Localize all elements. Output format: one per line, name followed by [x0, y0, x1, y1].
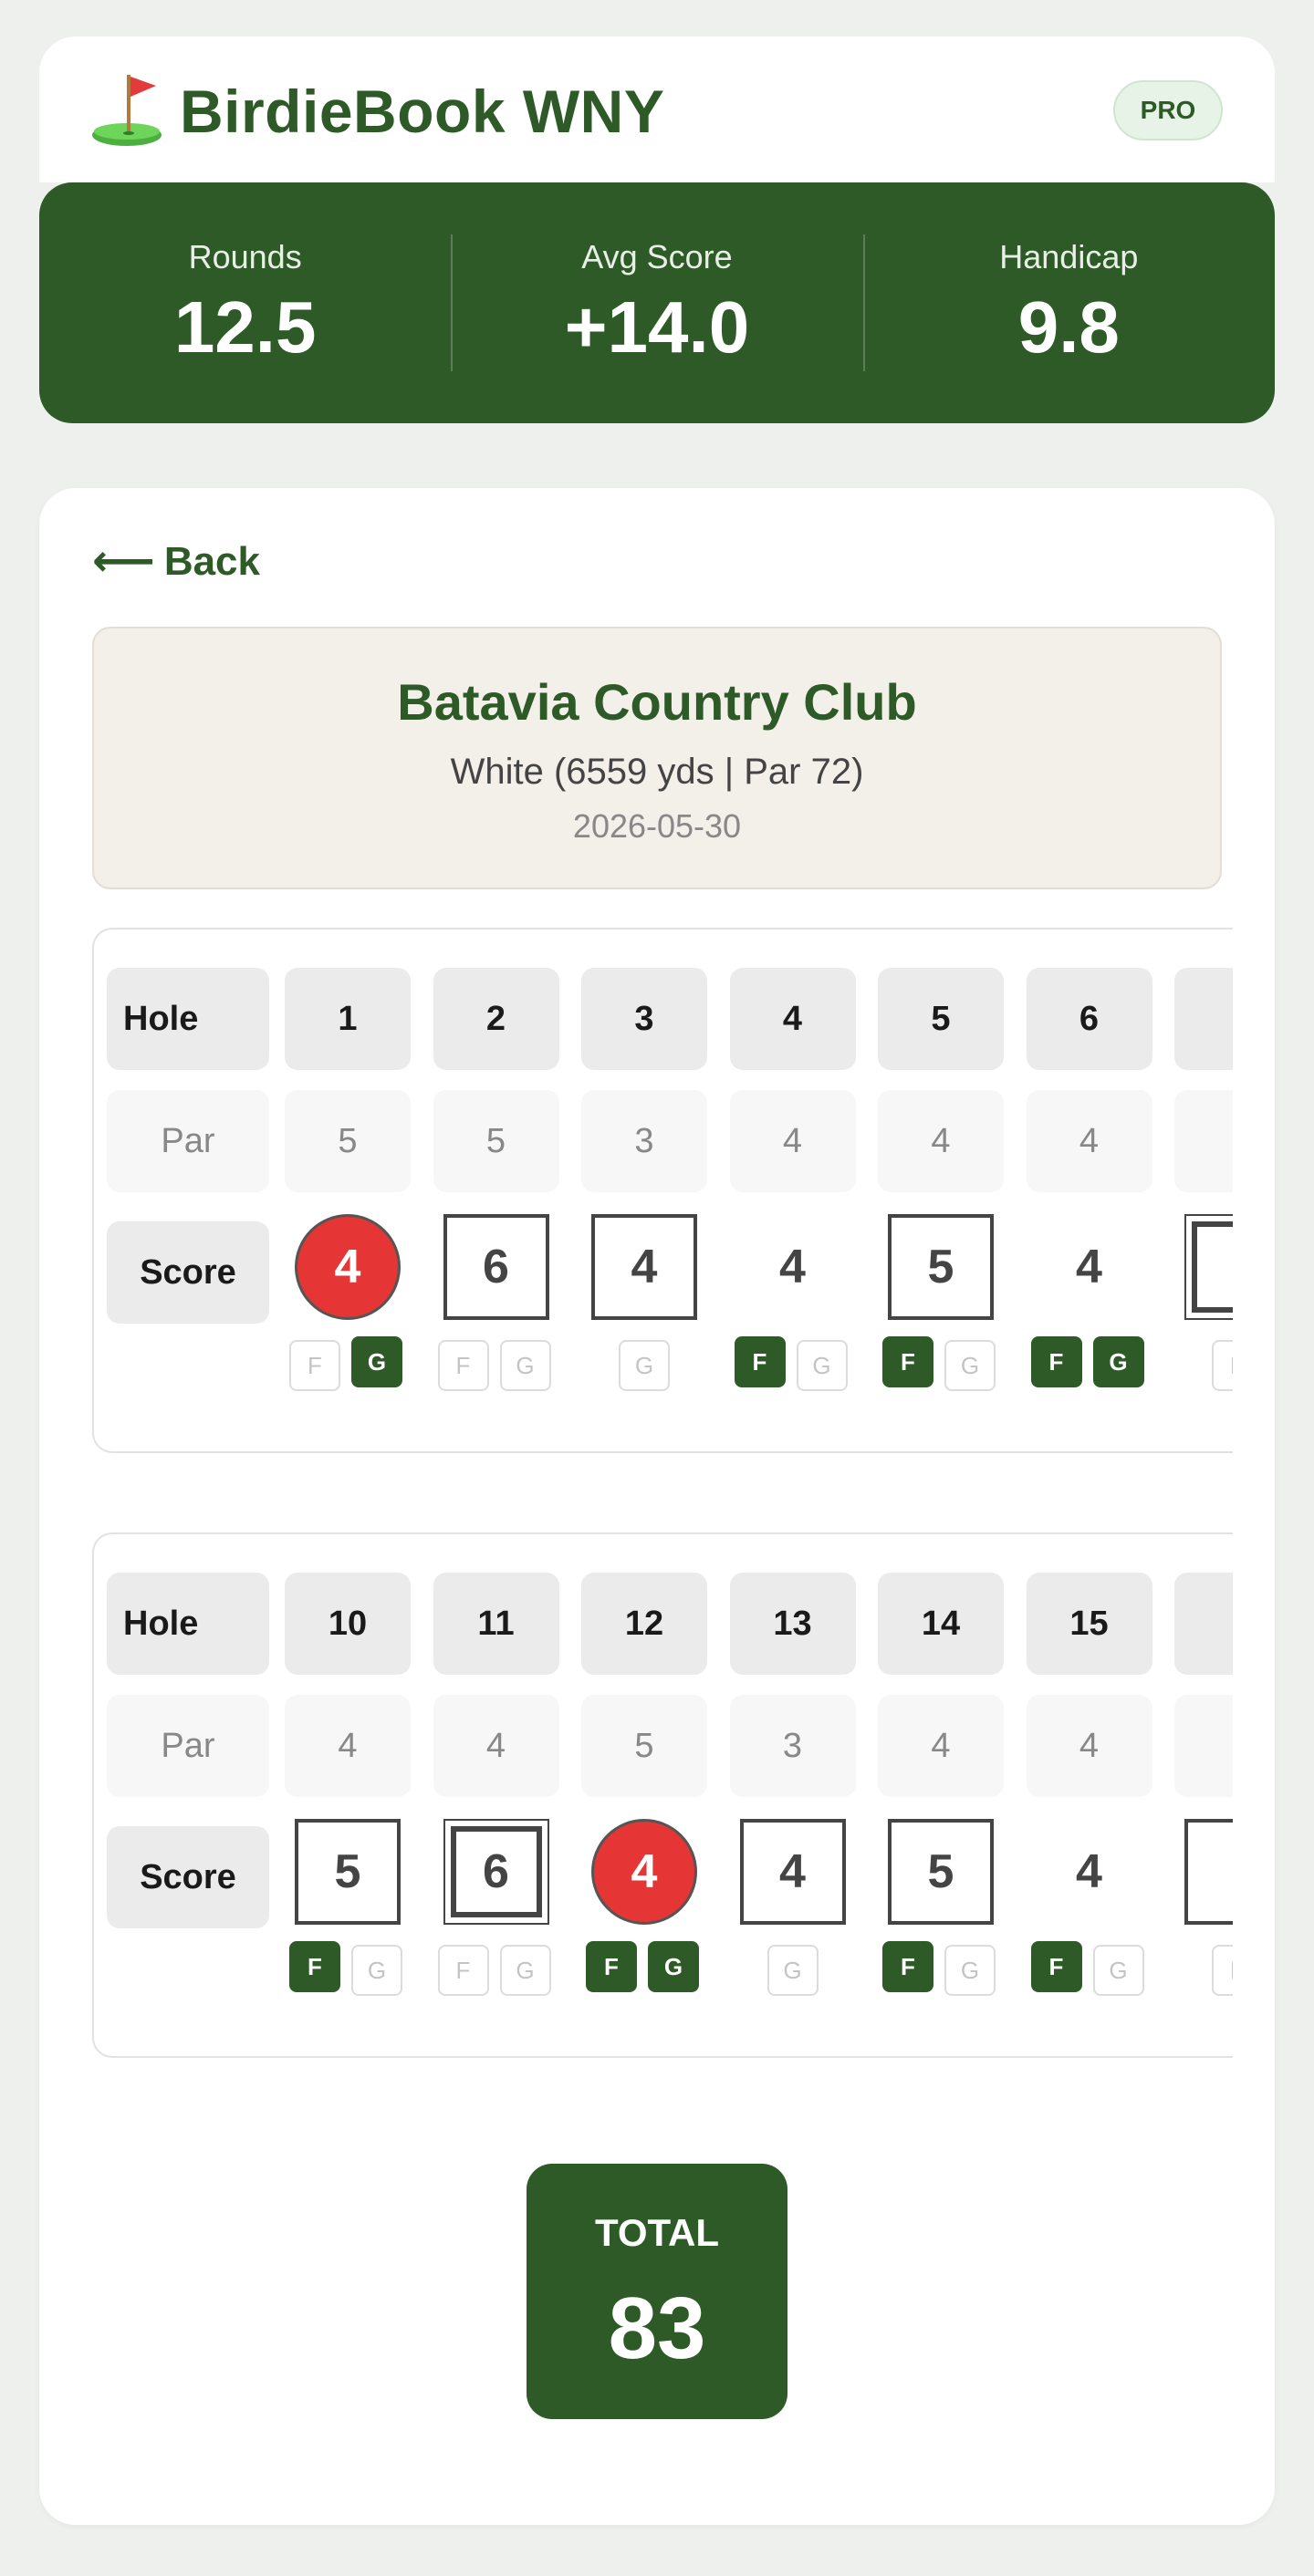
green-hit-toggle[interactable]: G [944, 1945, 996, 1996]
hole-score[interactable]: 5 [295, 1819, 401, 1925]
hole-par: 4 [878, 1695, 1004, 1797]
fairway-hit-toggle[interactable]: F [1030, 1336, 1082, 1387]
hole-number: 5 [878, 968, 1004, 1070]
stat-label: Rounds [188, 238, 302, 275]
hole-par: 5 [581, 1695, 707, 1797]
front-nine-scorecard[interactable]: Hole Par Score 1 5 4 F G 2 5 6 F G 3 3 4 G 4 4 4 F G 5 4 5 F G 6 4 4 F… [92, 928, 1233, 1453]
course-name: Batavia Country Club [397, 673, 917, 731]
hole-score[interactable]: 4 [739, 1819, 846, 1925]
green-hit-toggle[interactable]: G [351, 1336, 402, 1387]
hole-number [1174, 1573, 1233, 1675]
hole-number: 12 [581, 1573, 707, 1675]
fairway-hit-toggle[interactable]: F [1212, 1945, 1233, 1996]
course-tee: White (6559 yds | Par 72) [450, 752, 864, 792]
stat-label: Avg Score [581, 238, 733, 275]
green-hit-toggle[interactable]: G [1092, 1336, 1144, 1387]
hole-score[interactable]: 4 [740, 1214, 846, 1320]
green-hit-toggle[interactable]: G [351, 1945, 402, 1996]
stat-avg-score: Avg Score +14.0 [451, 234, 862, 371]
total-score: TOTAL 83 [527, 2164, 787, 2419]
hole-number: 13 [729, 1573, 856, 1675]
green-hit-toggle[interactable]: G [1092, 1945, 1144, 1996]
hole-score[interactable] [1184, 1819, 1233, 1925]
hole-par: 3 [581, 1090, 707, 1192]
hole-row-label: Hole [107, 1573, 269, 1675]
hole-par: 4 [285, 1695, 411, 1797]
green-hit-toggle[interactable]: G [766, 1945, 819, 1996]
hole-score[interactable]: 6 [443, 1819, 549, 1925]
fairway-hit-toggle[interactable]: F [1212, 1340, 1233, 1391]
stat-label: Handicap [999, 238, 1139, 275]
hole-number [1174, 968, 1233, 1070]
hole-score[interactable]: 4 [1037, 1819, 1142, 1925]
hole-par: 3 [729, 1695, 856, 1797]
hole-number: 2 [433, 968, 559, 1070]
fairway-hit-toggle[interactable]: F [734, 1336, 786, 1387]
par-row-label: Par [107, 1695, 269, 1797]
hole-par [1174, 1695, 1233, 1797]
hole-number: 11 [433, 1573, 559, 1675]
stat-value: 9.8 [1017, 286, 1120, 368]
fairway-hit-toggle[interactable]: F [437, 1945, 489, 1996]
hole-score[interactable]: 4 [295, 1214, 401, 1320]
back-nine-scorecard[interactable]: Hole Par Score 10 4 5 F G 11 4 6 F G 12 5 4 F G 13 3 4 G 14 4 5 F… [92, 1532, 1233, 2058]
hole-number: 1 [285, 968, 411, 1070]
hole-par [1174, 1090, 1233, 1192]
fairway-hit-toggle[interactable]: F [289, 1340, 340, 1391]
hole-score[interactable]: 5 [888, 1214, 994, 1320]
hole-score[interactable]: 4 [591, 1214, 697, 1320]
stat-rounds: Rounds 12.5 [39, 234, 451, 371]
score-row-label: Score [107, 1826, 269, 1928]
fairway-hit-toggle[interactable]: F [882, 1336, 933, 1387]
hole-par: 4 [729, 1090, 856, 1192]
pro-badge: PRO [1113, 80, 1223, 140]
round-date: 2026-05-30 [572, 807, 742, 845]
hole-score[interactable]: 4 [591, 1819, 697, 1925]
app-title: BirdieBook WNY [180, 78, 665, 145]
fairway-hit-toggle[interactable]: F [437, 1340, 489, 1391]
course-info: Batavia Country Club White (6559 yds | P… [92, 627, 1222, 889]
hole-par: 5 [285, 1090, 411, 1192]
green-hit-toggle[interactable]: G [499, 1945, 551, 1996]
green-hit-toggle[interactable]: G [619, 1340, 670, 1391]
score-row-label: Score [107, 1221, 269, 1324]
fairway-hit-toggle[interactable]: F [1030, 1941, 1082, 1992]
hole-score[interactable]: 5 [888, 1819, 994, 1925]
stat-value: +14.0 [564, 286, 750, 368]
green-hit-toggle[interactable]: G [944, 1340, 996, 1391]
hole-par: 4 [1026, 1695, 1152, 1797]
par-row-label: Par [107, 1090, 269, 1192]
hole-number: 15 [1026, 1573, 1152, 1675]
hole-number: 10 [285, 1573, 411, 1675]
fairway-hit-toggle[interactable]: F [882, 1941, 933, 1992]
hole-score[interactable] [1184, 1214, 1233, 1320]
back-button[interactable]: ⟵ Back [92, 539, 260, 585]
stat-value: 12.5 [173, 286, 317, 368]
golf-flag-icon [92, 75, 162, 146]
hole-score[interactable]: 6 [443, 1214, 549, 1320]
hole-score[interactable]: 4 [1037, 1214, 1142, 1320]
green-hit-toggle[interactable]: G [499, 1340, 551, 1391]
green-hit-toggle[interactable]: G [648, 1941, 699, 1992]
stats-bar: Rounds 12.5 Avg Score +14.0 Handicap 9.8 [39, 182, 1275, 423]
hole-par: 5 [433, 1090, 559, 1192]
hole-par: 4 [1026, 1090, 1152, 1192]
stat-handicap: Handicap 9.8 [862, 234, 1275, 371]
fairway-hit-toggle[interactable]: F [289, 1941, 340, 1992]
hole-number: 4 [729, 968, 856, 1070]
green-hit-toggle[interactable]: G [796, 1340, 848, 1391]
app-header: BirdieBook WNY PRO [39, 36, 1275, 182]
total-value: 83 [608, 2280, 706, 2377]
hole-number: 3 [581, 968, 707, 1070]
total-label: TOTAL [594, 2211, 720, 2254]
hole-number: 14 [878, 1573, 1004, 1675]
hole-row-label: Hole [107, 968, 269, 1070]
hole-par: 4 [878, 1090, 1004, 1192]
back-label: Back [163, 539, 260, 584]
fairway-hit-toggle[interactable]: F [586, 1941, 637, 1992]
arrow-left-icon: ⟵ [92, 537, 155, 586]
hole-par: 4 [433, 1695, 559, 1797]
round-detail-card: ⟵ Back Batavia Country Club White (6559 … [39, 488, 1275, 2525]
hole-number: 6 [1026, 968, 1152, 1070]
